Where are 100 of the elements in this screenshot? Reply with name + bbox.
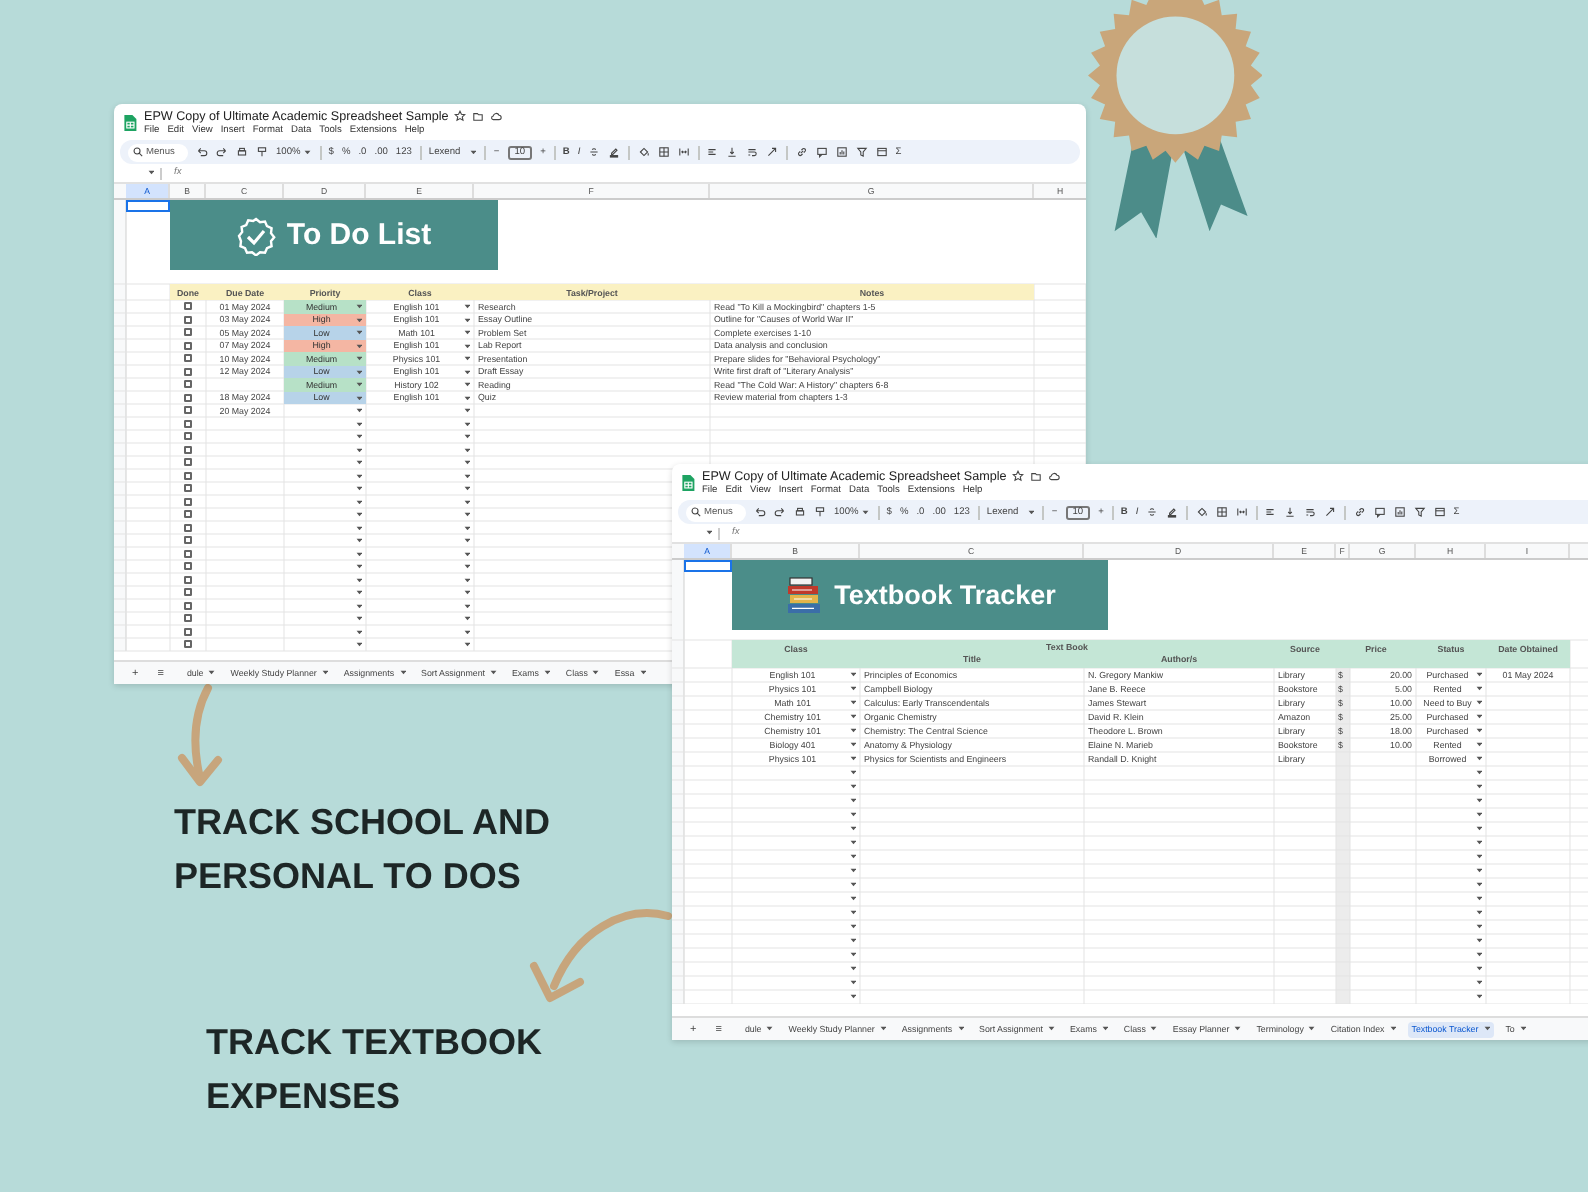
caret-icon[interactable] <box>355 551 362 556</box>
vertical-align-icon[interactable] <box>726 146 739 158</box>
caret-icon[interactable] <box>1475 910 1482 916</box>
caret-icon[interactable] <box>1475 756 1482 762</box>
caret-icon[interactable] <box>1475 798 1482 804</box>
caret-icon[interactable] <box>849 784 856 790</box>
caret-icon[interactable] <box>355 369 362 374</box>
checkbox[interactable] <box>184 575 192 584</box>
align-icon[interactable] <box>706 146 719 158</box>
caret-icon[interactable] <box>849 728 856 734</box>
borders-icon[interactable] <box>657 146 670 158</box>
text-wrap-icon[interactable] <box>1304 506 1317 518</box>
checkbox[interactable] <box>184 627 192 636</box>
caret-icon[interactable] <box>1475 714 1482 720</box>
caret-icon[interactable] <box>1048 1026 1055 1032</box>
caret-icon[interactable] <box>849 868 856 874</box>
caret-icon[interactable] <box>543 670 551 676</box>
caret-icon[interactable] <box>1475 672 1482 678</box>
paint-roller-icon[interactable] <box>256 146 268 158</box>
table-view-icon[interactable] <box>875 146 888 158</box>
caret-icon[interactable] <box>849 952 856 958</box>
merge-cells-icon[interactable] <box>677 146 690 158</box>
text-rotation-icon[interactable] <box>1324 506 1337 518</box>
caret-icon[interactable] <box>463 369 470 374</box>
caret-icon[interactable] <box>399 670 407 676</box>
caret-icon[interactable] <box>463 434 470 439</box>
caret-icon[interactable] <box>463 603 470 608</box>
caret-icon[interactable] <box>463 525 470 530</box>
caret-icon[interactable] <box>463 317 470 322</box>
caret-icon[interactable] <box>639 670 647 676</box>
checkbox[interactable] <box>184 484 192 493</box>
checkbox[interactable] <box>184 523 192 532</box>
star-icon[interactable] <box>454 110 467 122</box>
caret-icon[interactable] <box>1475 770 1482 776</box>
checkbox[interactable] <box>184 497 192 506</box>
folder-icon[interactable] <box>1030 470 1043 482</box>
caret-icon[interactable] <box>1475 686 1482 692</box>
caret-icon[interactable] <box>849 770 856 776</box>
paint-roller-icon[interactable] <box>814 506 826 518</box>
caret-icon[interactable] <box>849 700 856 706</box>
caret-icon[interactable] <box>463 577 470 582</box>
caret-icon[interactable] <box>355 642 362 647</box>
caret-icon[interactable] <box>321 670 329 676</box>
caret-icon[interactable] <box>849 756 856 762</box>
checkbox[interactable] <box>184 445 192 454</box>
caret-icon[interactable] <box>355 616 362 621</box>
caret-icon[interactable] <box>592 670 600 676</box>
caret-icon[interactable] <box>463 564 470 569</box>
comment-icon[interactable] <box>1373 506 1386 518</box>
caret-icon[interactable] <box>490 670 497 676</box>
caret-icon[interactable] <box>1475 700 1482 706</box>
caret-icon[interactable] <box>1101 1026 1109 1032</box>
caret-icon[interactable] <box>463 616 470 621</box>
caret-icon[interactable] <box>355 629 362 634</box>
caret-icon[interactable] <box>766 1026 774 1032</box>
link-icon[interactable] <box>795 146 808 158</box>
undo-icon[interactable] <box>754 506 766 518</box>
caret-icon[interactable] <box>355 512 362 517</box>
checkbox[interactable] <box>184 341 192 350</box>
caret-icon[interactable] <box>304 149 312 155</box>
caret-icon[interactable] <box>463 382 470 387</box>
caret-icon[interactable] <box>355 317 362 322</box>
checkbox[interactable] <box>184 419 192 428</box>
redo-icon[interactable] <box>774 506 786 518</box>
caret-icon[interactable] <box>1475 994 1482 1000</box>
caret-icon[interactable] <box>849 812 856 818</box>
caret-icon[interactable] <box>355 460 362 465</box>
print-icon[interactable] <box>794 506 806 518</box>
caret-icon[interactable] <box>355 538 362 543</box>
caret-icon[interactable] <box>355 421 362 426</box>
checkbox[interactable] <box>184 471 192 480</box>
caret-icon[interactable] <box>463 486 470 491</box>
checkbox[interactable] <box>184 549 192 558</box>
caret-icon[interactable] <box>879 1026 887 1032</box>
checkbox[interactable] <box>184 380 192 389</box>
caret-icon[interactable] <box>355 525 362 530</box>
checkbox[interactable] <box>184 302 192 311</box>
cell-cursor[interactable] <box>684 560 732 572</box>
caret-icon[interactable] <box>1475 882 1482 888</box>
borders-icon[interactable] <box>1215 506 1228 518</box>
caret-icon[interactable] <box>849 966 856 972</box>
caret-icon[interactable] <box>355 330 362 335</box>
caret-icon[interactable] <box>1483 1026 1491 1032</box>
caret-icon[interactable] <box>849 994 856 1000</box>
caret-icon[interactable] <box>355 434 362 439</box>
filter-icon[interactable] <box>1413 506 1426 518</box>
caret-icon[interactable] <box>355 577 362 582</box>
comment-icon[interactable] <box>815 146 828 158</box>
caret-icon[interactable] <box>849 714 856 720</box>
caret-icon[interactable] <box>862 509 870 515</box>
print-icon[interactable] <box>236 146 248 158</box>
caret-icon[interactable] <box>463 395 470 400</box>
align-icon[interactable] <box>1264 506 1277 518</box>
caret-icon[interactable] <box>1475 966 1482 972</box>
caret-icon[interactable] <box>463 460 470 465</box>
strikethrough-icon[interactable] <box>1146 506 1159 518</box>
caret-icon[interactable] <box>1519 1026 1527 1032</box>
checkbox[interactable] <box>184 458 192 467</box>
redo-icon[interactable] <box>216 146 228 158</box>
caret-icon[interactable] <box>1475 938 1482 944</box>
